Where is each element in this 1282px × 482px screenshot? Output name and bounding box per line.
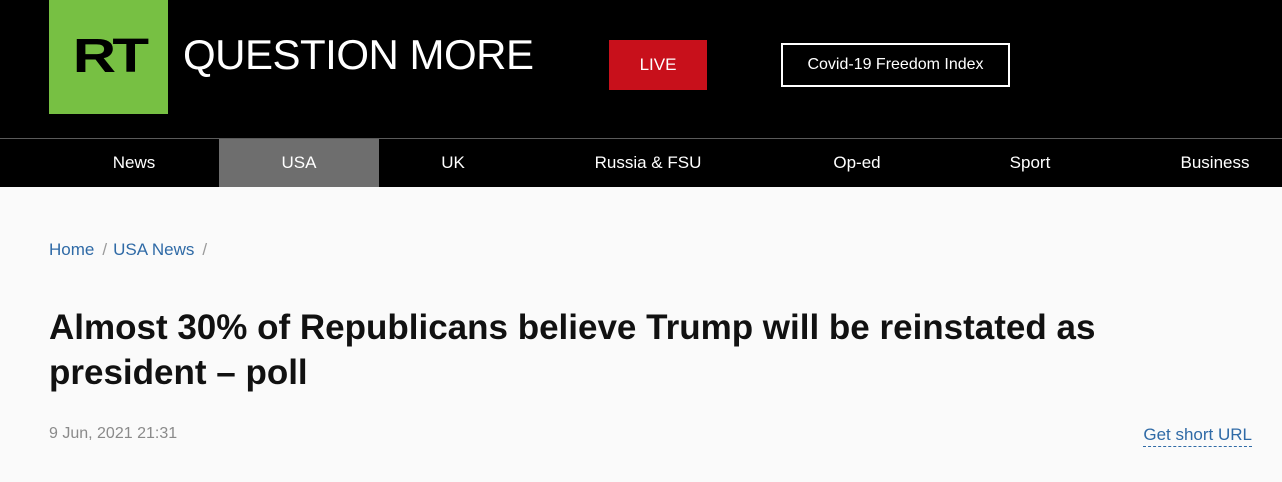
nav-item-business[interactable]: Business xyxy=(1140,139,1282,187)
nav-item-news[interactable]: News xyxy=(49,139,219,187)
site-tagline: QUESTION MORE xyxy=(183,31,534,78)
article-date: 9 Jun, 2021 21:31 xyxy=(49,425,178,442)
breadcrumb-separator: / xyxy=(202,240,208,259)
live-button[interactable]: LIVE xyxy=(609,40,707,90)
breadcrumb: Home / USA News / xyxy=(49,240,213,260)
breadcrumb-separator: / xyxy=(102,240,108,259)
main-nav: News USA UK Russia & FSU Op-ed Sport Bus… xyxy=(0,138,1282,187)
nav-item-russia-fsu[interactable]: Russia & FSU xyxy=(527,139,769,187)
site-header: RT QUESTION MORE LIVE Covid-19 Freedom I… xyxy=(0,0,1282,138)
nav-item-uk[interactable]: UK xyxy=(379,139,527,187)
nav-item-op-ed[interactable]: Op-ed xyxy=(769,139,945,187)
covid-freedom-index-button[interactable]: Covid-19 Freedom Index xyxy=(781,43,1010,87)
breadcrumb-usa-news-link[interactable]: USA News xyxy=(113,240,194,260)
article-headline: Almost 30% of Republicans believe Trump … xyxy=(49,308,1096,392)
nav-item-usa[interactable]: USA xyxy=(219,139,379,187)
breadcrumb-home-link[interactable]: Home xyxy=(49,240,94,260)
logo-text: RT xyxy=(72,30,148,83)
nav-item-sport[interactable]: Sport xyxy=(945,139,1115,187)
get-short-url-link[interactable]: Get short URL xyxy=(1143,424,1252,447)
rt-logo[interactable]: RT xyxy=(49,0,168,114)
